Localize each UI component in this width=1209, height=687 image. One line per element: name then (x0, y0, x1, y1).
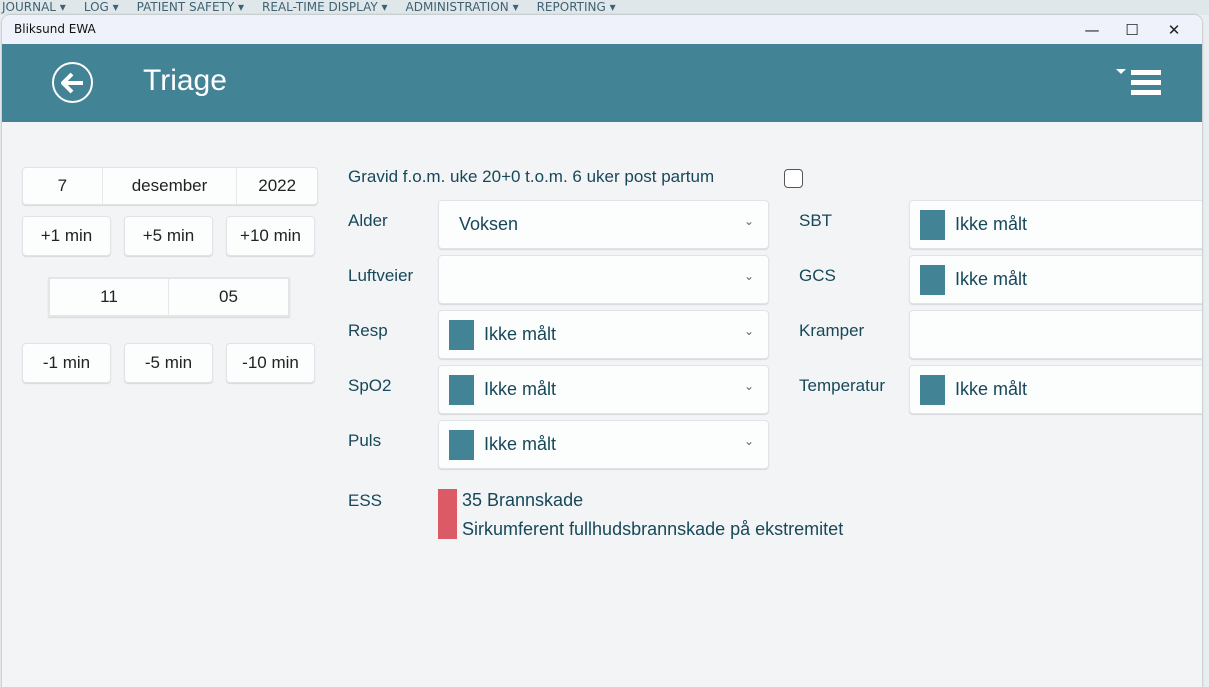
field-label: Temperatur (799, 376, 885, 395)
field-label: Kramper (799, 321, 865, 340)
temperatur-field[interactable]: Ikke målt (909, 365, 1202, 414)
field-label: Alder (348, 211, 388, 230)
ess-severity-bar (438, 489, 457, 539)
page-header: Triage (2, 44, 1202, 122)
field-value: Ikke målt (955, 269, 1028, 289)
ess-description: Sirkumferent fullhudsbrannskade på ekstr… (462, 519, 844, 539)
pregnant-label: Gravid f.o.m. uke 20+0 t.o.m. 6 uker pos… (348, 167, 715, 186)
chevron-down-icon: ⌄ (743, 269, 754, 283)
plus-1-min-button[interactable]: +1 min (22, 216, 111, 256)
maximize-button[interactable]: ☐ (1112, 15, 1152, 44)
close-button[interactable]: ✕ (1154, 15, 1194, 44)
luftveier-dropdown[interactable]: ⌄ (438, 255, 769, 304)
dropdown-value: Ikke målt (484, 379, 557, 399)
status-swatch (920, 209, 945, 240)
minus-1-min-button[interactable]: -1 min (22, 343, 111, 383)
day-field[interactable]: 7 (23, 168, 103, 204)
hour-field[interactable]: 11 (50, 279, 169, 315)
dropdown-value: Ikke målt (484, 324, 557, 344)
gcs-field[interactable]: Ikke målt (909, 255, 1202, 304)
field-label: SpO2 (348, 376, 392, 395)
chevron-down-icon: ⌄ (743, 324, 754, 338)
bg-menu-item: PATIENT SAFETY ▾ (136, 0, 245, 14)
dropdown-value: Voksen (459, 214, 519, 234)
plus-10-min-button[interactable]: +10 min (226, 216, 315, 256)
status-swatch (449, 429, 474, 460)
sbt-field[interactable]: Ikke målt (909, 200, 1202, 249)
back-button[interactable] (52, 62, 93, 103)
bg-menu-item: ADMINISTRATION ▾ (405, 0, 519, 14)
resp-dropdown[interactable]: Ikke målt ⌄ (438, 310, 769, 359)
status-swatch (920, 264, 945, 295)
app-window: Bliksund EWA — ☐ ✕ Triage 7 desember 202… (2, 15, 1202, 687)
field-value: Ikke målt (955, 214, 1028, 234)
bg-menu-item: LOG ▾ (83, 0, 119, 14)
ess-label: ESS (348, 491, 383, 510)
plus-5-min-button[interactable]: +5 min (124, 216, 213, 256)
chevron-down-icon: ⌄ (743, 434, 754, 448)
field-label: Resp (348, 321, 388, 340)
background-app-menu: JOURNAL ▾ LOG ▾ PATIENT SAFETY ▾ REAL-TIME … (0, 0, 1209, 15)
bg-menu-item: JOURNAL ▾ (2, 0, 66, 14)
field-label: GCS (799, 266, 836, 285)
field-label: SBT (799, 211, 833, 230)
minus-5-min-button[interactable]: -5 min (124, 343, 213, 383)
menu-icon[interactable] (1116, 68, 1166, 98)
kramper-field[interactable] (909, 310, 1202, 359)
chevron-down-icon: ⌄ (743, 214, 754, 228)
status-swatch (449, 319, 474, 350)
window-title: Bliksund EWA (14, 22, 96, 36)
bg-menu-item: REAL-TIME DISPLAY ▾ (262, 0, 388, 14)
puls-dropdown[interactable]: Ikke målt ⌄ (438, 420, 769, 469)
alder-dropdown[interactable]: Voksen ⌄ (438, 200, 769, 249)
bg-menu-item: REPORTING ▾ (536, 0, 616, 14)
chevron-down-icon: ⌄ (743, 379, 754, 393)
arrow-left-icon (60, 72, 83, 93)
page-title: Triage (143, 64, 227, 97)
status-swatch (449, 374, 474, 405)
field-label: Luftveier (348, 266, 414, 285)
field-label: Puls (348, 431, 382, 450)
field-value: Ikke målt (955, 379, 1028, 399)
time-picker[interactable]: 11 05 (48, 277, 290, 317)
minimize-button[interactable]: — (1072, 15, 1112, 44)
status-swatch (920, 374, 945, 405)
year-field[interactable]: 2022 (237, 168, 317, 204)
month-field[interactable]: desember (103, 168, 238, 204)
spo2-dropdown[interactable]: Ikke målt ⌄ (438, 365, 769, 414)
minus-10-min-button[interactable]: -10 min (226, 343, 315, 383)
dropdown-value: Ikke målt (484, 434, 557, 454)
pregnant-checkbox[interactable] (784, 169, 803, 188)
date-picker[interactable]: 7 desember 2022 (22, 167, 318, 205)
title-bar: Bliksund EWA — ☐ ✕ (2, 15, 1202, 44)
minute-field[interactable]: 05 (169, 279, 288, 315)
ess-code: 35 Brannskade (462, 490, 584, 510)
